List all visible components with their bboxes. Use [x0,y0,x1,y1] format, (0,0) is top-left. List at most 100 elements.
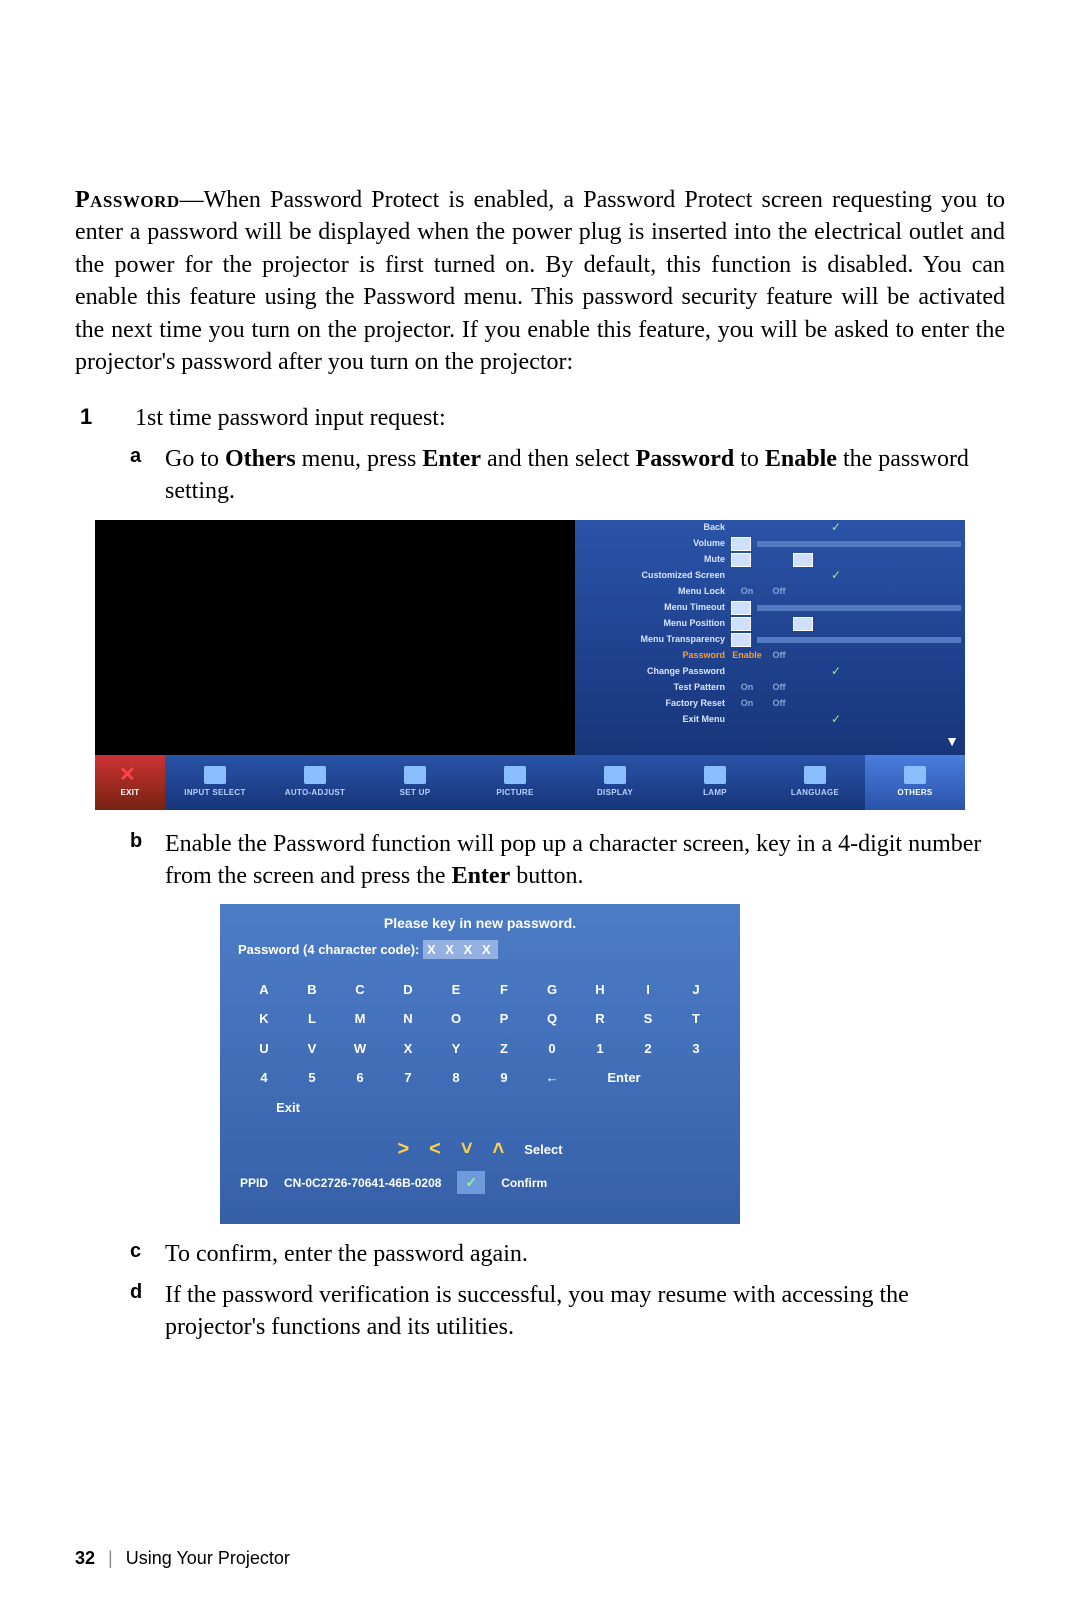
osd-mute: Mute [575,553,731,565]
speaker-icon [731,537,751,551]
key-1: 1 [576,1034,624,1064]
input-icon [204,766,226,784]
key-A: A [240,975,288,1005]
osd-others-screenshot: Back✓ Volume20 Mute Customized Screen✓ M… [95,520,965,810]
key-B: B [288,975,336,1005]
key-M: M [336,1004,384,1034]
bar-picture: PICTURE [465,755,565,810]
key-Q: Q [528,1004,576,1034]
bar-auto: AUTO-ADJUST [265,755,365,810]
key-P: P [480,1004,528,1034]
picture-icon [504,766,526,784]
check-icon: ✓ [831,567,841,583]
key-Z: Z [480,1034,528,1064]
key-G: G [528,975,576,1005]
key-6: 6 [336,1063,384,1093]
osd-factory: Factory Reset [575,697,731,709]
key-V: V [288,1034,336,1064]
keypad-footer: PPID CN-0C2726-70641-46B-0208 ✓ Confirm [220,1163,740,1202]
key-8: 8 [432,1063,480,1093]
key-F: F [480,975,528,1005]
confirm-label: Confirm [501,1175,547,1191]
step-a-text: Go to Others menu, press Enter and then … [165,443,1005,508]
page-footer: 32 | Using Your Projector [75,1546,290,1570]
key-9: 9 [480,1063,528,1093]
trans-icon [731,633,751,647]
mute-on-icon [731,553,751,567]
step-d-text: If the password verification is successf… [165,1279,1005,1344]
key-T: T [672,1004,720,1034]
key-4: 4 [240,1063,288,1093]
check-icon: ✓ [831,711,841,727]
timeout-icon [731,601,751,615]
display-icon [604,766,626,784]
step-c-letter: c [130,1238,165,1270]
timeout-slider: 28 [757,605,961,611]
bar-others: OTHERS [865,755,965,810]
pos-icon-1 [731,617,751,631]
step-a-letter: a [130,443,165,508]
keypad-title: Please key in new password. [220,904,740,933]
step-b-text: Enable the Password function will pop up… [165,828,1005,893]
key-N: N [384,1004,432,1034]
osd-custom: Customized Screen [575,569,731,581]
keypad-nav: > < ˅ ˄ Select [220,1136,740,1163]
page-number: 32 [75,1548,95,1568]
key-enter: Enter [576,1063,672,1093]
key-exit: Exit [240,1093,336,1123]
backspace-arrow-icon: ← [528,1063,576,1093]
key-K: K [240,1004,288,1034]
key-J: J [672,975,720,1005]
key-X: X [384,1034,432,1064]
ppid-label: PPID [240,1175,268,1191]
setup-icon [404,766,426,784]
key-W: W [336,1034,384,1064]
select-label: Select [524,1141,562,1159]
keypad-code-line: Password (4 character code): X X X X [220,933,740,967]
volume-slider: 20 [757,541,961,547]
key-H: H [576,975,624,1005]
x-icon: ✕ [119,766,141,784]
osd-exitmenu: Exit Menu [575,713,731,725]
globe-icon [804,766,826,784]
bar-exit: ✕EXIT [95,755,165,810]
step-b-letter: b [130,828,165,893]
password-label: Password [75,187,180,213]
step-c-text: To confirm, enter the password again. [165,1238,1005,1270]
serial-number: CN-0C2726-70641-46B-0208 [284,1175,441,1191]
osd-back: Back [575,521,731,533]
bar-setup: SET UP [365,755,465,810]
key-L: L [288,1004,336,1034]
key-7: 7 [384,1063,432,1093]
osd-panel: Back✓ Volume20 Mute Customized Screen✓ M… [575,520,965,755]
bar-display: DISPLAY [565,755,665,810]
step-1-text: 1st time password input request: [135,402,1005,434]
trans-slider: 0 [757,637,961,643]
key-2: 2 [624,1034,672,1064]
osd-position: Menu Position [575,617,731,629]
keypad-grid: ABCDEFGHIJKLMNOPQRSTUVWXYZ0123456789←Ent… [220,967,740,1123]
code-mask: X X X X [423,940,498,959]
pos-icon-2 [793,617,813,631]
key-S: S [624,1004,672,1034]
bar-input: INPUT SELECT [165,755,265,810]
intro-text: —When Password Protect is enabled, a Pas… [75,187,1005,375]
key-R: R [576,1004,624,1034]
osd-change: Change Password [575,665,731,677]
key-U: U [240,1034,288,1064]
mute-off-icon [793,553,813,567]
others-icon [904,766,926,784]
key-5: 5 [288,1063,336,1093]
osd-bottom-bar: ✕EXIT INPUT SELECT AUTO-ADJUST SET UP PI… [95,755,965,810]
key-Y: Y [432,1034,480,1064]
key-E: E [432,975,480,1005]
osd-timeout: Menu Timeout [575,601,731,613]
key-C: C [336,975,384,1005]
lamp-icon [704,766,726,784]
step-1-number: 1 [75,402,135,434]
right-arrow-icon: > [397,1136,409,1163]
key-3: 3 [672,1034,720,1064]
down-arrow-icon: ˅ [461,1136,473,1163]
key-0: 0 [528,1034,576,1064]
key-D: D [384,975,432,1005]
